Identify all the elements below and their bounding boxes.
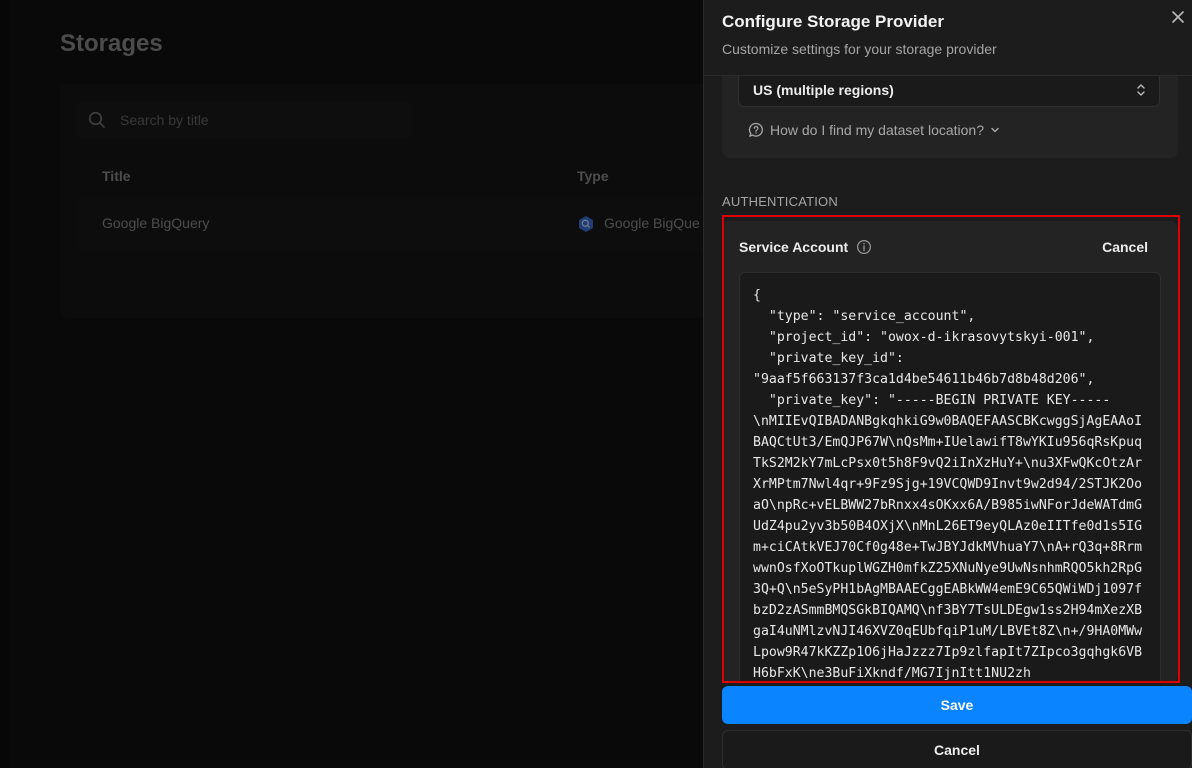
drawer-title: Configure Storage Provider (722, 12, 944, 31)
drawer-subtitle: Customize settings for your storage prov… (722, 41, 997, 57)
select-arrows-icon (1137, 84, 1145, 96)
chevron-down-icon (991, 127, 999, 133)
service-account-label: Service Account (739, 239, 849, 255)
dataset-location-value: US (multiple regions) (753, 81, 894, 98)
authentication-section-label: AUTHENTICATION (722, 194, 838, 209)
cancel-button[interactable]: Cancel (722, 730, 1192, 768)
service-account-json-input[interactable]: { "type": "service_account", "project_id… (739, 272, 1161, 683)
help-chat-icon (748, 122, 763, 137)
help-link-text: How do I find my dataset location? (770, 122, 985, 138)
dataset-location-help-link[interactable]: How do I find my dataset location? (748, 122, 1000, 138)
dataset-location-select[interactable]: US (multiple regions) (738, 72, 1160, 107)
close-icon[interactable] (1169, 8, 1187, 26)
configure-storage-drawer: Configure Storage Provider Customize set… (703, 0, 1192, 768)
save-button[interactable]: Save (722, 686, 1192, 724)
service-account-cancel-button[interactable]: Cancel (1102, 239, 1148, 255)
service-account-section: Service Account Cancel { "type": "servic… (722, 221, 1178, 683)
modal-overlay[interactable] (0, 0, 703, 768)
info-icon[interactable] (856, 239, 872, 255)
service-account-label-row: Service Account (739, 239, 872, 255)
drawer-header: Configure Storage Provider Customize set… (704, 0, 1192, 76)
